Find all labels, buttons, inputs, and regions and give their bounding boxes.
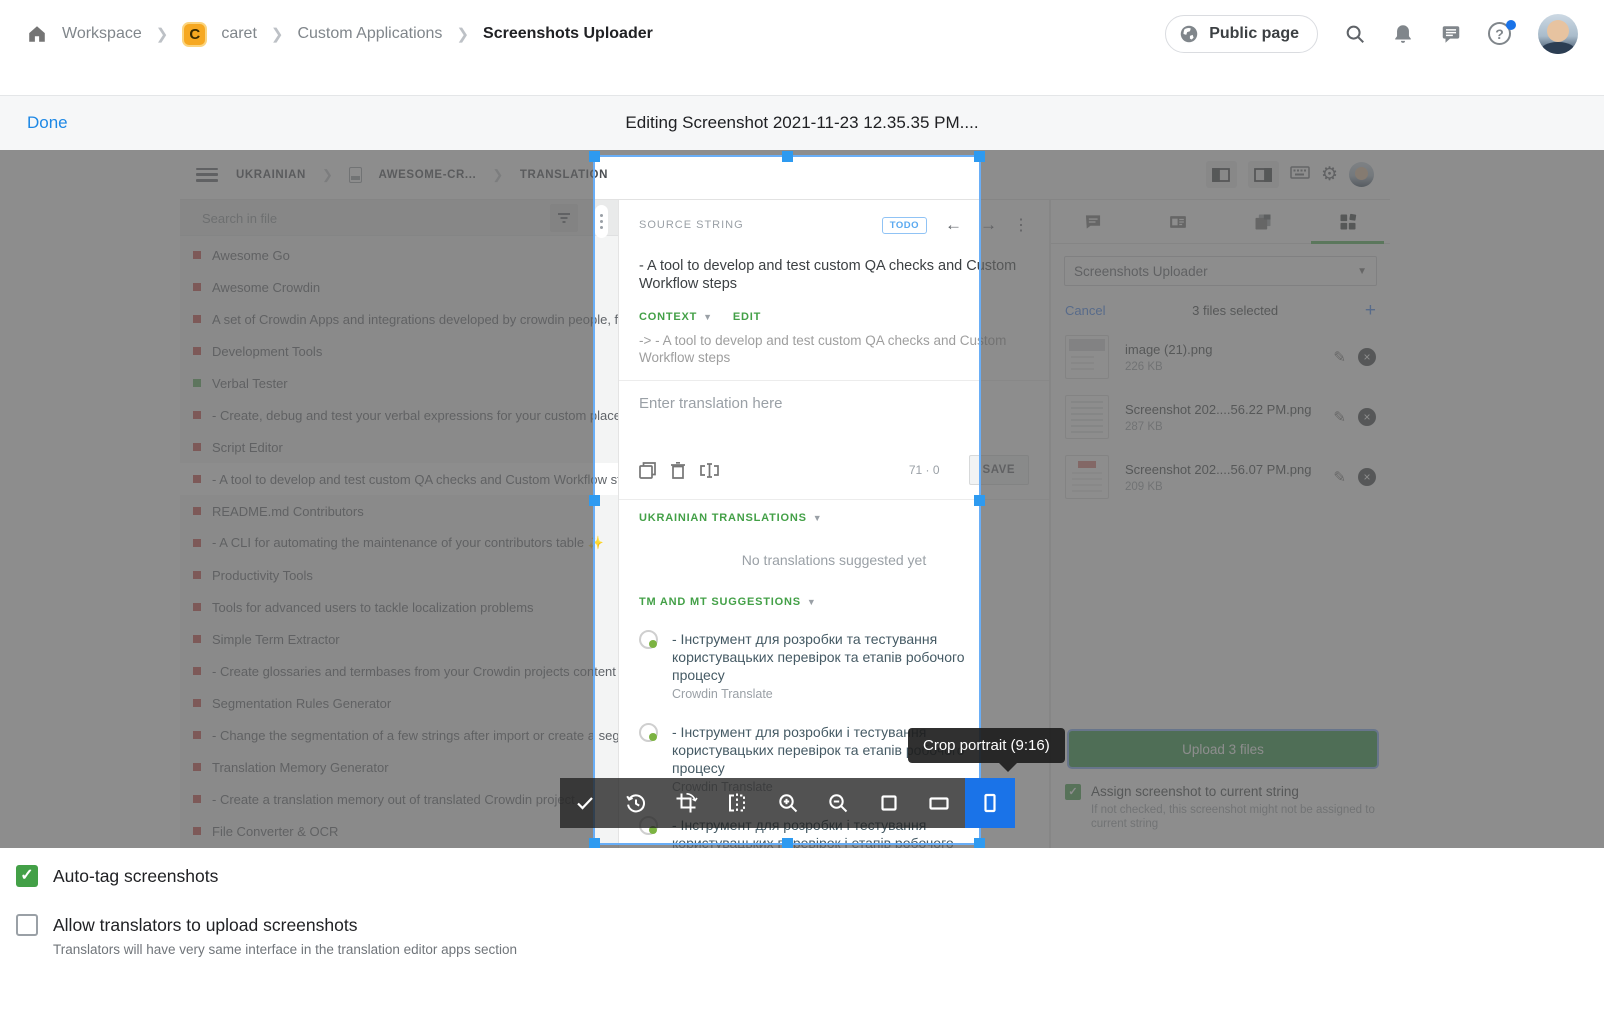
- breadcrumb-current-page: Screenshots Uploader: [483, 25, 653, 43]
- crop-handle-middle-right[interactable]: [974, 495, 985, 506]
- globe-icon: [1178, 23, 1200, 45]
- screenshot-edit-bar: Done Editing Screenshot 2021-11-23 12.35…: [0, 95, 1604, 150]
- allow-translators-help: Translators will have very same interfac…: [53, 942, 517, 957]
- public-page-label: Public page: [1209, 25, 1299, 43]
- crop-portrait-tooltip: Crop portrait (9:16): [908, 728, 1065, 763]
- editing-screenshot-title: Editing Screenshot 2021-11-23 12.35.35 P…: [0, 113, 1604, 133]
- breadcrumb-workspace[interactable]: Workspace: [62, 25, 142, 43]
- breadcrumb: Workspace ❯ C caret ❯ Custom Application…: [26, 22, 653, 47]
- help-notification-dot: [1506, 20, 1516, 30]
- chevron-right-icon: ❯: [156, 25, 169, 43]
- allow-translators-label: Allow translators to upload screenshots: [53, 914, 517, 936]
- top-navigation-bar: Workspace ❯ C caret ❯ Custom Application…: [0, 0, 1604, 95]
- crop-handle-top-middle[interactable]: [782, 151, 793, 162]
- crop-handle-bottom-right[interactable]: [974, 838, 985, 848]
- crop-handle-middle-left[interactable]: [589, 495, 600, 506]
- crop-handle-top-left[interactable]: [589, 151, 600, 162]
- notifications-bell-icon[interactable]: [1392, 23, 1414, 45]
- chevron-right-icon: ❯: [456, 25, 469, 43]
- crop-handle-top-right[interactable]: [974, 151, 985, 162]
- user-avatar[interactable]: [1538, 14, 1578, 54]
- home-icon[interactable]: [26, 23, 48, 45]
- help-icon[interactable]: ?: [1488, 22, 1512, 46]
- chevron-right-icon: ❯: [271, 25, 284, 43]
- crop-dim-overlay: [0, 155, 593, 845]
- auto-tag-checkbox[interactable]: ✓: [16, 865, 38, 887]
- zoom-in-icon[interactable]: [762, 778, 813, 828]
- public-page-button[interactable]: Public page: [1165, 15, 1318, 53]
- crop-square-icon[interactable]: [864, 778, 915, 828]
- crop-toolbar: [560, 778, 1015, 828]
- crop-handle-bottom-left[interactable]: [589, 838, 600, 848]
- screenshot-edit-stage: UKRAINIAN ❯ AWESOME-CR... ❯ TRANSLATION: [0, 150, 1604, 848]
- auto-tag-label: Auto-tag screenshots: [53, 865, 218, 887]
- crop-dim-overlay: [981, 155, 1604, 845]
- allow-translators-checkbox[interactable]: [16, 914, 38, 936]
- breadcrumb-custom-applications[interactable]: Custom Applications: [297, 25, 442, 43]
- zoom-out-icon[interactable]: [813, 778, 864, 828]
- crop-portrait-icon[interactable]: [965, 778, 1016, 828]
- confirm-crop-icon[interactable]: [560, 778, 611, 828]
- messages-icon[interactable]: [1440, 23, 1462, 45]
- reset-icon[interactable]: [611, 778, 662, 828]
- flip-icon[interactable]: [712, 778, 763, 828]
- breadcrumb-project[interactable]: caret: [221, 25, 257, 43]
- search-icon[interactable]: [1344, 23, 1366, 45]
- screenshots-uploader-app: Workspace ❯ C caret ❯ Custom Application…: [0, 0, 1604, 1016]
- crop-landscape-icon[interactable]: [914, 778, 965, 828]
- project-badge: C: [182, 22, 207, 47]
- uploader-settings: ✓ Auto-tag screenshots Allow translators…: [0, 848, 1604, 1016]
- crop-handle-bottom-middle[interactable]: [782, 838, 793, 848]
- crop-rotate-icon[interactable]: [661, 778, 712, 828]
